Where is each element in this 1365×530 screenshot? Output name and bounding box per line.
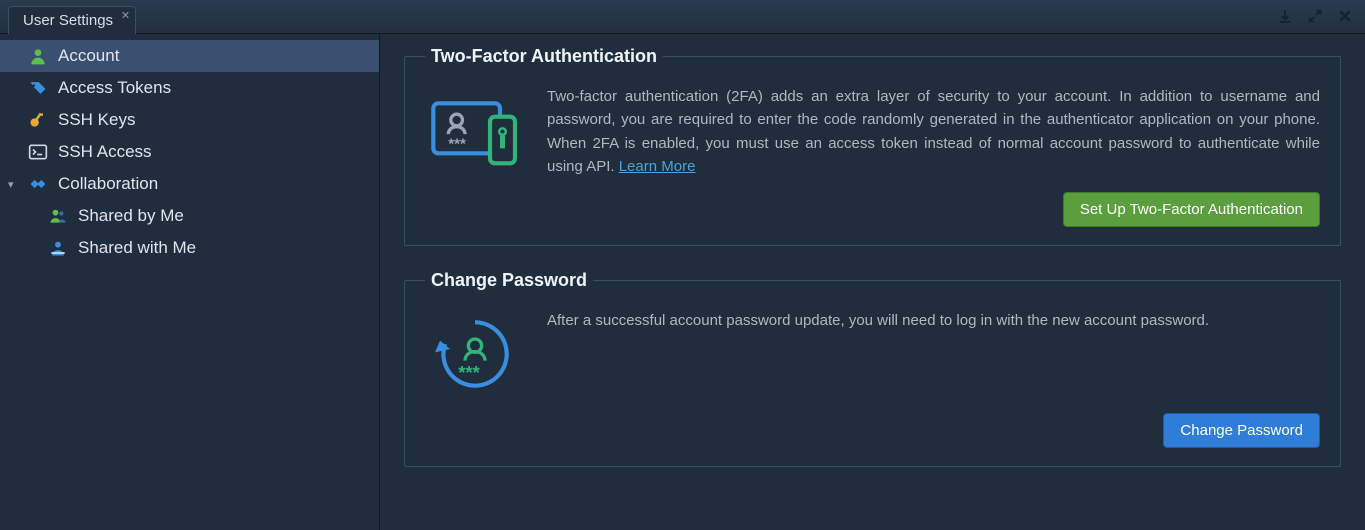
close-tab-icon[interactable]: ✕ xyxy=(121,9,130,22)
sidebar-item-label: Shared by Me xyxy=(78,206,184,226)
main-content: Two-Factor Authentication *** xyxy=(380,34,1365,530)
users-out-icon xyxy=(48,206,68,226)
tab-user-settings[interactable]: User Settings ✕ xyxy=(8,6,136,34)
sidebar-item-label: Shared with Me xyxy=(78,238,196,258)
user-in-icon xyxy=(48,238,68,258)
panel-two-factor-body: Two-factor authentication (2FA) adds an … xyxy=(547,85,1320,178)
handshake-icon xyxy=(28,174,48,194)
sidebar-item-access-tokens[interactable]: Access Tokens xyxy=(0,72,379,104)
change-password-icon: *** xyxy=(425,309,525,399)
tab-title: User Settings xyxy=(23,12,113,29)
sidebar-item-shared-by-me[interactable]: Shared by Me xyxy=(0,200,379,232)
sidebar: Account Access Tokens SSH Keys SSH Acces… xyxy=(0,34,380,530)
sidebar-item-shared-with-me[interactable]: Shared with Me xyxy=(0,232,379,264)
key-icon xyxy=(28,110,48,130)
sidebar-item-ssh-keys[interactable]: SSH Keys xyxy=(0,104,379,136)
sidebar-item-label: Access Tokens xyxy=(58,78,171,98)
panel-change-password-body: After a successful account password upda… xyxy=(547,309,1320,332)
learn-more-link[interactable]: Learn More xyxy=(619,158,696,175)
sidebar-item-ssh-access[interactable]: SSH Access xyxy=(0,136,379,168)
svg-text:***: *** xyxy=(448,135,466,152)
two-factor-icon: *** xyxy=(425,85,525,175)
sidebar-item-account[interactable]: Account xyxy=(0,40,379,72)
terminal-icon xyxy=(28,142,48,162)
expand-icon[interactable] xyxy=(1305,6,1325,26)
window-body: Account Access Tokens SSH Keys SSH Acces… xyxy=(0,34,1365,530)
sidebar-item-label: Collaboration xyxy=(58,174,158,194)
titlebar: User Settings ✕ xyxy=(0,0,1365,34)
sidebar-item-label: SSH Keys xyxy=(58,110,135,130)
user-icon xyxy=(28,46,48,66)
close-window-icon[interactable] xyxy=(1335,6,1355,26)
panel-two-factor: Two-Factor Authentication *** xyxy=(404,46,1341,246)
panel-change-password-title: Change Password xyxy=(425,270,593,291)
tag-icon xyxy=(28,78,48,98)
setup-2fa-button[interactable]: Set Up Two-Factor Authentication xyxy=(1063,192,1320,227)
panel-change-password: Change Password *** After a successful a… xyxy=(404,270,1341,467)
sidebar-item-collaboration[interactable]: ▾ Collaboration xyxy=(0,168,379,200)
download-icon[interactable] xyxy=(1275,6,1295,26)
sidebar-item-label: SSH Access xyxy=(58,142,152,162)
caret-down-icon: ▾ xyxy=(8,178,14,191)
panel-two-factor-title: Two-Factor Authentication xyxy=(425,46,663,67)
svg-text:***: *** xyxy=(458,362,480,383)
window-controls xyxy=(1275,6,1355,26)
change-password-button[interactable]: Change Password xyxy=(1163,413,1320,448)
user-settings-window: User Settings ✕ Account xyxy=(0,0,1365,530)
sidebar-item-label: Account xyxy=(58,46,119,66)
